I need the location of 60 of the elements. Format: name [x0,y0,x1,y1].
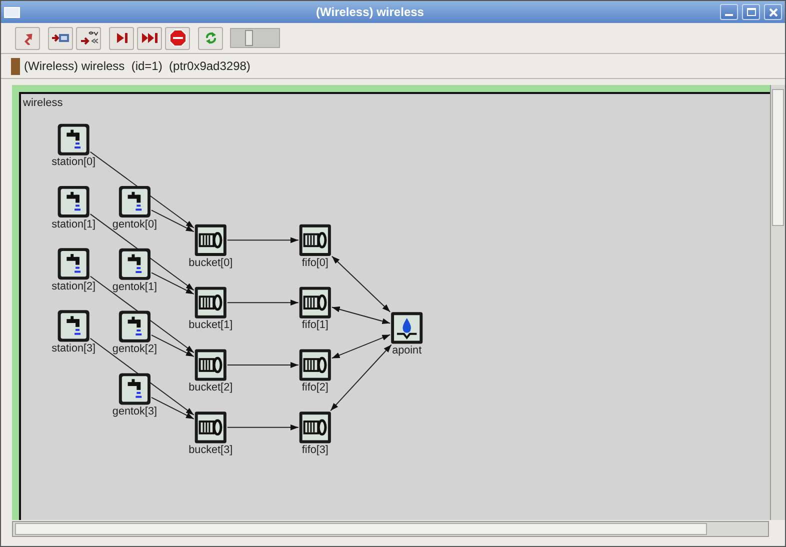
stop-icon [168,29,186,47]
queue-icon[interactable] [194,224,226,256]
fast-forward-icon [140,32,158,44]
canvas-title: wireless [22,96,63,111]
speed-slider[interactable] [230,28,280,48]
step-button[interactable] [109,26,134,50]
access-point-icon[interactable] [391,312,423,344]
node-label: gentok[3] [112,405,157,418]
node-label: station[2] [52,280,96,292]
event-log-button[interactable] [76,26,101,50]
inspect-button[interactable] [48,26,73,50]
fast-run-button[interactable] [137,26,162,50]
event-log-icon [80,30,98,46]
node-label: fifo[3] [302,444,328,456]
vertical-scrollbar[interactable] [770,85,785,520]
parent-module-button[interactable] [15,26,40,50]
faucet-icon[interactable] [118,310,150,342]
faucet-icon[interactable] [58,248,90,280]
queue-icon[interactable] [299,349,331,381]
node-label: station[1] [52,218,96,230]
maximize-button[interactable] [742,4,760,20]
horizontal-scrollbar[interactable] [12,521,769,537]
node-label: fifo[2] [302,381,328,394]
faucet-icon[interactable] [58,124,90,156]
refresh-button[interactable] [198,26,223,50]
minimize-button[interactable] [720,4,738,20]
queue-icon[interactable] [299,224,331,256]
node-label: station[3] [52,342,96,354]
node-label: fifo[1] [302,319,328,332]
node-label: gentok[0] [112,218,157,230]
node-label: station[0] [52,156,96,168]
node-label: bucket[3] [188,444,233,456]
close-button[interactable] [764,4,782,20]
node-label: bucket[0] [188,256,233,269]
faucet-icon[interactable] [58,186,90,218]
module-color-icon [11,58,20,74]
refresh-icon [204,31,218,45]
queue-icon[interactable] [299,286,331,318]
faucet-icon[interactable] [118,186,150,218]
node-label: apoint [392,344,422,356]
module-info: (Wireless) wireless (id=1) (ptr0x9ad3298) [24,59,250,73]
node-label: gentok[1] [112,280,157,293]
close-icon [768,8,778,16]
node-label: bucket[2] [188,381,233,394]
stop-button[interactable] [165,26,190,50]
step-icon [116,32,128,44]
maximize-icon [746,8,756,16]
faucet-icon[interactable] [118,373,150,405]
node-label: gentok[2] [112,342,157,355]
inspect-icon [52,32,70,44]
faucet-icon[interactable] [118,248,150,280]
queue-icon[interactable] [194,349,226,381]
faucet-icon[interactable] [58,310,90,342]
window-title: (Wireless) wireless [315,5,425,19]
node-label: bucket[1] [188,319,233,332]
node-label: fifo[0] [302,256,328,269]
queue-icon[interactable] [194,411,226,443]
slider-thumb[interactable] [245,30,253,46]
queue-icon[interactable] [194,286,226,318]
queue-icon[interactable] [299,411,331,443]
